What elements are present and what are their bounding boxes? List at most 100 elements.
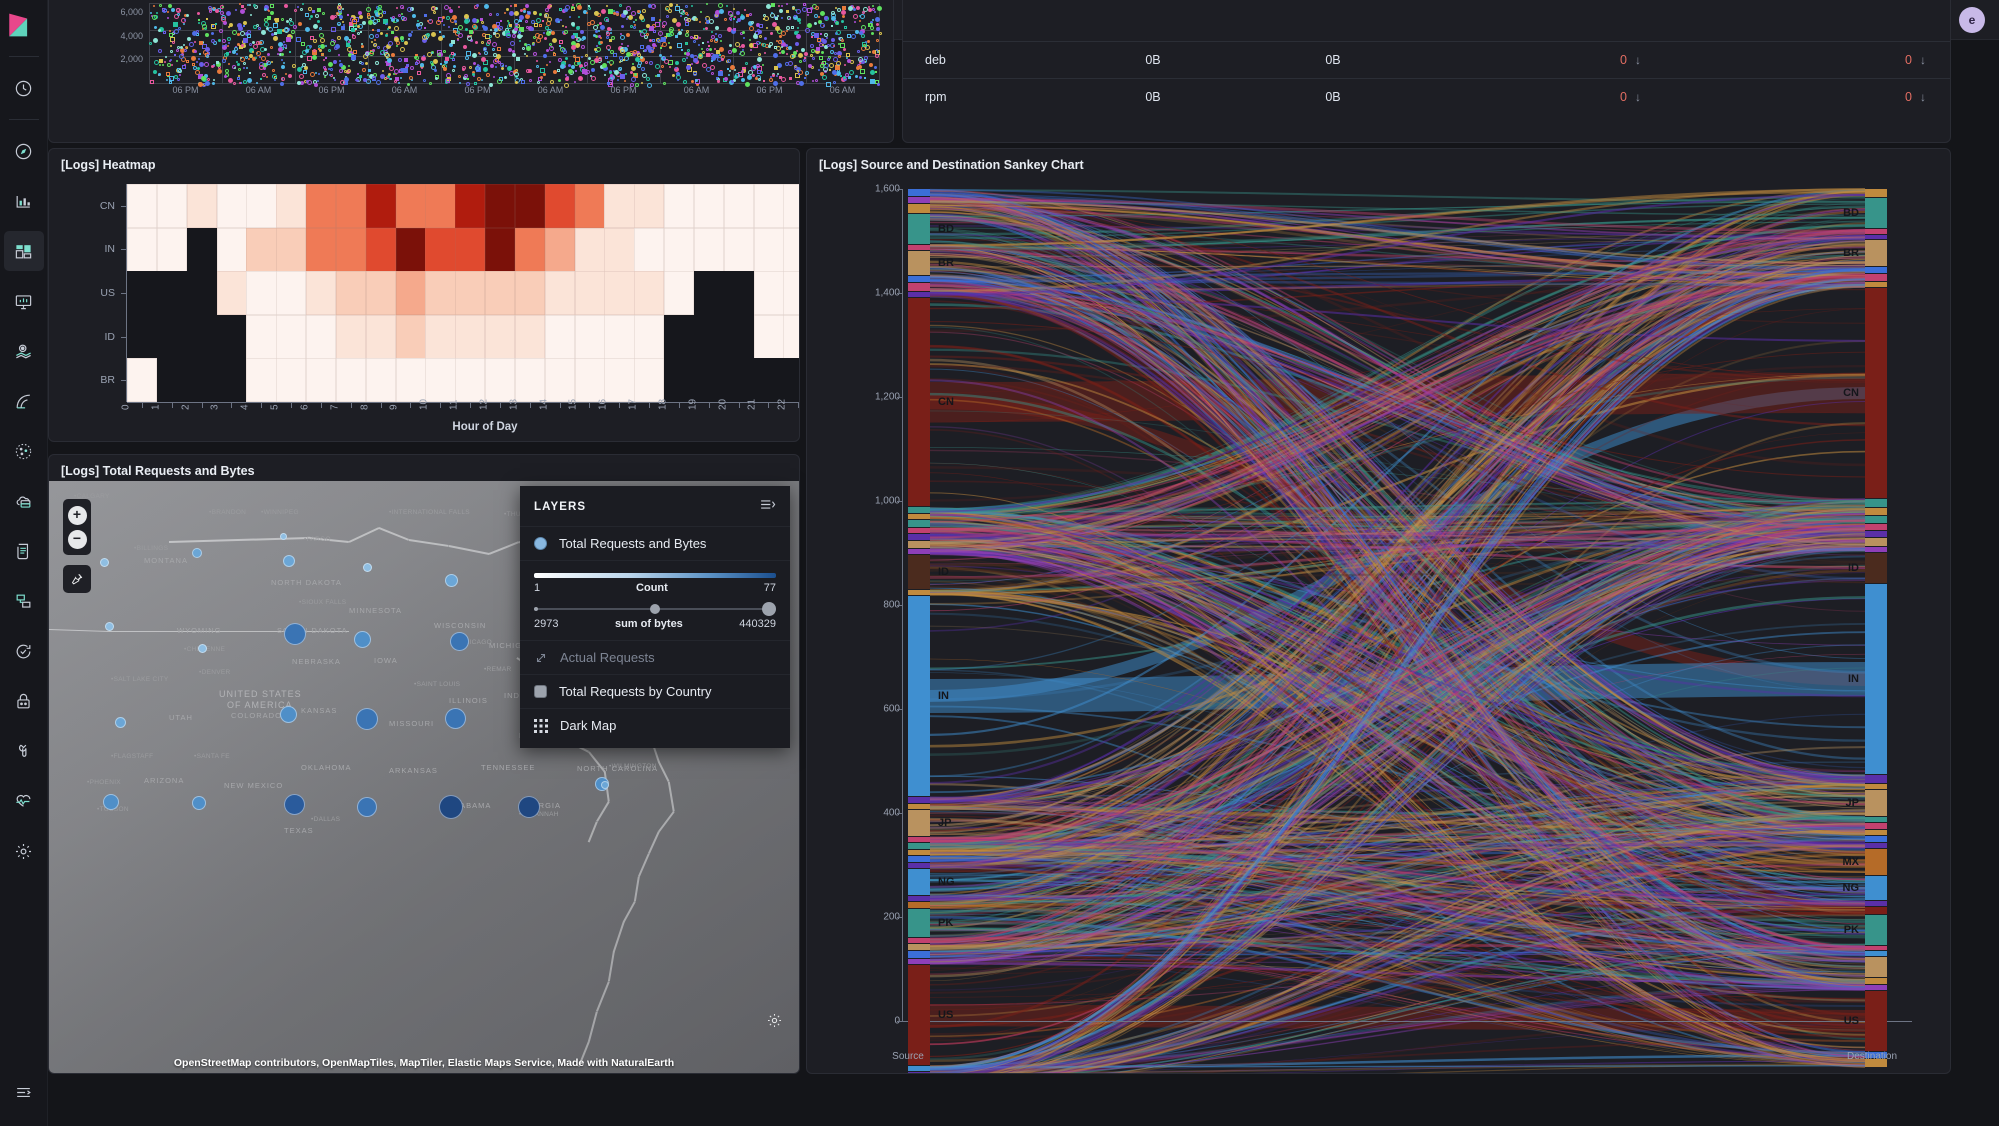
sankey-node[interactable]: [908, 555, 930, 589]
sankey-node[interactable]: [1865, 790, 1887, 816]
heatmap-cell[interactable]: [216, 314, 247, 359]
sankey-node[interactable]: [908, 902, 930, 908]
layer-item-total-requests-by-country[interactable]: Total Requests by Country: [520, 674, 790, 708]
sankey-node[interactable]: [908, 869, 930, 895]
heatmap-cell[interactable]: [127, 314, 158, 359]
sankey-node[interactable]: [1865, 843, 1887, 848]
sankey-node[interactable]: [1865, 823, 1887, 829]
heatmap-cell[interactable]: [514, 271, 546, 316]
heatmap-cell[interactable]: [604, 271, 635, 316]
sankey-node[interactable]: [908, 797, 930, 803]
heatmap-cell[interactable]: [246, 184, 277, 229]
heatmap-cell[interactable]: [306, 314, 337, 359]
heatmap-cell[interactable]: [276, 271, 307, 316]
sankey-node[interactable]: [908, 959, 930, 964]
heatmap-cell[interactable]: [544, 271, 575, 316]
heatmap-cell[interactable]: [425, 271, 456, 316]
heatmap-cell[interactable]: [276, 314, 307, 359]
sankey-node[interactable]: [908, 850, 930, 855]
map-bubble-marker[interactable]: [444, 707, 466, 729]
heatmap-cell[interactable]: [156, 358, 188, 403]
heatmap-cell[interactable]: [514, 227, 546, 272]
sidebar-item-uptime[interactable]: [4, 481, 44, 521]
heatmap-cell[interactable]: [753, 271, 784, 316]
sankey-node[interactable]: [908, 276, 930, 282]
sankey-node[interactable]: [1865, 876, 1887, 900]
map-bubble-marker[interactable]: [357, 797, 377, 817]
map-bubble-marker[interactable]: [197, 643, 207, 653]
sankey-node[interactable]: [908, 843, 930, 849]
sankey-node[interactable]: [1865, 830, 1887, 835]
sankey-node[interactable]: [908, 204, 930, 213]
map-bubble-marker[interactable]: [103, 794, 119, 810]
sankey-node[interactable]: [1865, 538, 1887, 546]
heatmap-cell[interactable]: [574, 314, 605, 359]
heatmap-cell[interactable]: [634, 314, 665, 359]
heatmap-cell[interactable]: [693, 227, 725, 272]
heatmap-cell[interactable]: [276, 227, 307, 272]
sankey-node[interactable]: [908, 590, 930, 595]
map-bubble-marker[interactable]: [99, 557, 109, 567]
heatmap-cell[interactable]: [664, 184, 695, 229]
heatmap-cell[interactable]: [783, 271, 799, 316]
heatmap-cell[interactable]: [455, 358, 486, 403]
heatmap-cell[interactable]: [127, 227, 158, 272]
heatmap-cell[interactable]: [246, 227, 277, 272]
sidebar-item-settings[interactable]: [4, 831, 44, 871]
map-bubble-marker[interactable]: [439, 795, 463, 819]
heatmap-cell[interactable]: [365, 271, 396, 316]
sankey-node[interactable]: [908, 863, 930, 868]
heatmap-cell[interactable]: [365, 314, 396, 359]
heatmap-cell[interactable]: [604, 184, 635, 229]
heatmap-cell[interactable]: [335, 271, 367, 316]
layer-item-actual-requests[interactable]: Actual Requests: [520, 640, 790, 674]
heatmap-cell[interactable]: [514, 358, 546, 403]
sidebar-item-upgrade-assistant[interactable]: [4, 631, 44, 671]
heatmap-cell[interactable]: [186, 184, 217, 229]
sankey-node[interactable]: [908, 283, 930, 291]
sankey-node[interactable]: [908, 965, 930, 1065]
sankey-node[interactable]: [1865, 240, 1887, 266]
heatmap-cell[interactable]: [544, 358, 575, 403]
layers-menu-button[interactable]: [759, 498, 776, 516]
sankey-node[interactable]: [908, 596, 930, 796]
sankey-node[interactable]: [1865, 267, 1887, 273]
sankey-node[interactable]: [908, 541, 930, 548]
heatmap-cell[interactable]: [604, 314, 635, 359]
map-bubble-marker[interactable]: [114, 716, 126, 728]
sidebar-item-monitoring[interactable]: [4, 781, 44, 821]
sidebar-collapse-button[interactable]: [4, 1072, 44, 1112]
sankey-node[interactable]: [1865, 817, 1887, 822]
sankey-node[interactable]: [1865, 531, 1887, 537]
sankey-node[interactable]: [908, 1066, 930, 1071]
heatmap-cell[interactable]: [693, 271, 725, 316]
heatmap-cell[interactable]: [753, 227, 784, 272]
heatmap-cell[interactable]: [634, 184, 665, 229]
heatmap-cell[interactable]: [574, 271, 605, 316]
heatmap-cell[interactable]: [365, 227, 396, 272]
layer-item-total-requests-and-bytes[interactable]: Total Requests and Bytes: [520, 526, 790, 560]
heatmap-cell[interactable]: [753, 314, 784, 359]
heatmap-cell[interactable]: [216, 358, 247, 403]
sankey-node[interactable]: [1865, 499, 1887, 507]
sankey-node[interactable]: [1865, 229, 1887, 234]
heatmap-cell[interactable]: [395, 227, 426, 272]
sankey-node[interactable]: [1865, 189, 1887, 197]
heatmap-cell[interactable]: [246, 271, 277, 316]
heatmap-cell[interactable]: [455, 314, 486, 359]
sankey-node[interactable]: [908, 856, 930, 862]
sankey-node[interactable]: [1865, 907, 1887, 914]
map-bubble-marker[interactable]: [279, 705, 297, 723]
heatmap-cell[interactable]: [544, 314, 575, 359]
sankey-node[interactable]: [908, 292, 930, 297]
heatmap-cell[interactable]: [514, 184, 546, 229]
sankey-node[interactable]: [1865, 235, 1887, 239]
sankey-node[interactable]: [1865, 274, 1887, 281]
sankey-node[interactable]: [1865, 508, 1887, 515]
heatmap-cell[interactable]: [783, 227, 799, 272]
heatmap-cell[interactable]: [723, 271, 754, 316]
map-bubble-marker[interactable]: [601, 781, 609, 789]
sankey-node[interactable]: [908, 251, 930, 275]
heatmap-cell[interactable]: [156, 184, 188, 229]
heatmap-cell[interactable]: [753, 184, 784, 229]
